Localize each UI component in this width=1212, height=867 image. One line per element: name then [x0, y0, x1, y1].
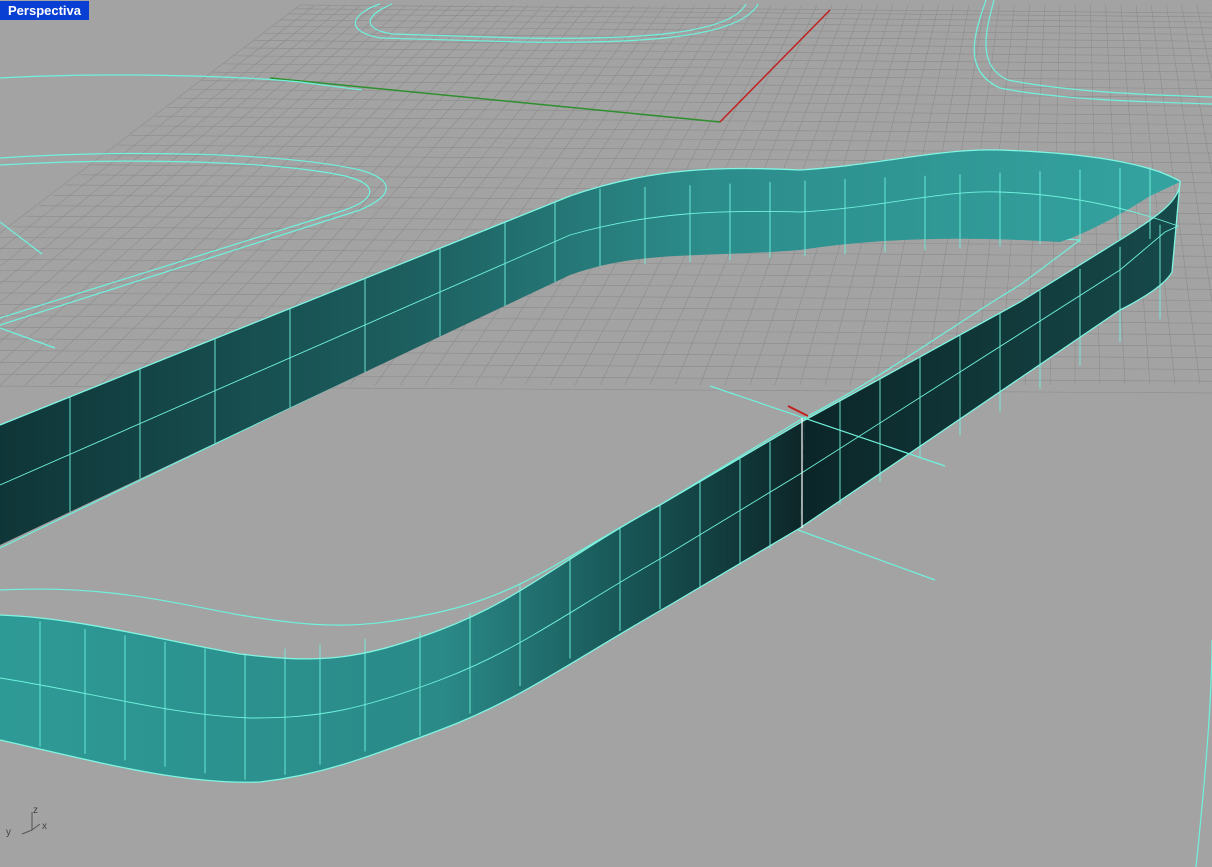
- axis-label-y: y: [6, 827, 11, 838]
- axis-indicator-icon: [21, 812, 41, 835]
- grid-line: [178, 97, 1212, 107]
- grid-line: [212, 71, 1212, 81]
- viewport-canvas[interactable]: [0, 0, 1212, 867]
- y-axis-line: [269, 77, 721, 123]
- grid-line: [167, 106, 1212, 116]
- axis-label-x: x: [42, 821, 47, 832]
- grid-line: [142, 125, 1212, 135]
- grid-line: [117, 144, 1212, 154]
- axis-label-z: z: [33, 805, 38, 816]
- grid-line: [1166, 4, 1212, 303]
- curve-left-lower: [0, 327, 56, 349]
- grid-line: [233, 55, 1212, 65]
- grid-line: [130, 135, 1212, 144]
- crosshair-red-tick: [787, 405, 809, 417]
- grid-line: [1181, 4, 1212, 176]
- viewport-title[interactable]: Perspectiva: [0, 1, 89, 20]
- grid-line: [1196, 4, 1212, 81]
- crosshair-y: [797, 529, 936, 581]
- perspective-viewport[interactable]: Perspectiva z x y: [0, 0, 1212, 867]
- curve-right-bottom: [1195, 639, 1212, 867]
- grid-line: [223, 63, 1212, 73]
- x-axis-line: [719, 9, 831, 123]
- grid-line: [244, 47, 1212, 57]
- axis-indicator: z x y: [2, 800, 62, 850]
- grid-line: [280, 19, 1212, 29]
- grid-line: [272, 26, 1212, 35]
